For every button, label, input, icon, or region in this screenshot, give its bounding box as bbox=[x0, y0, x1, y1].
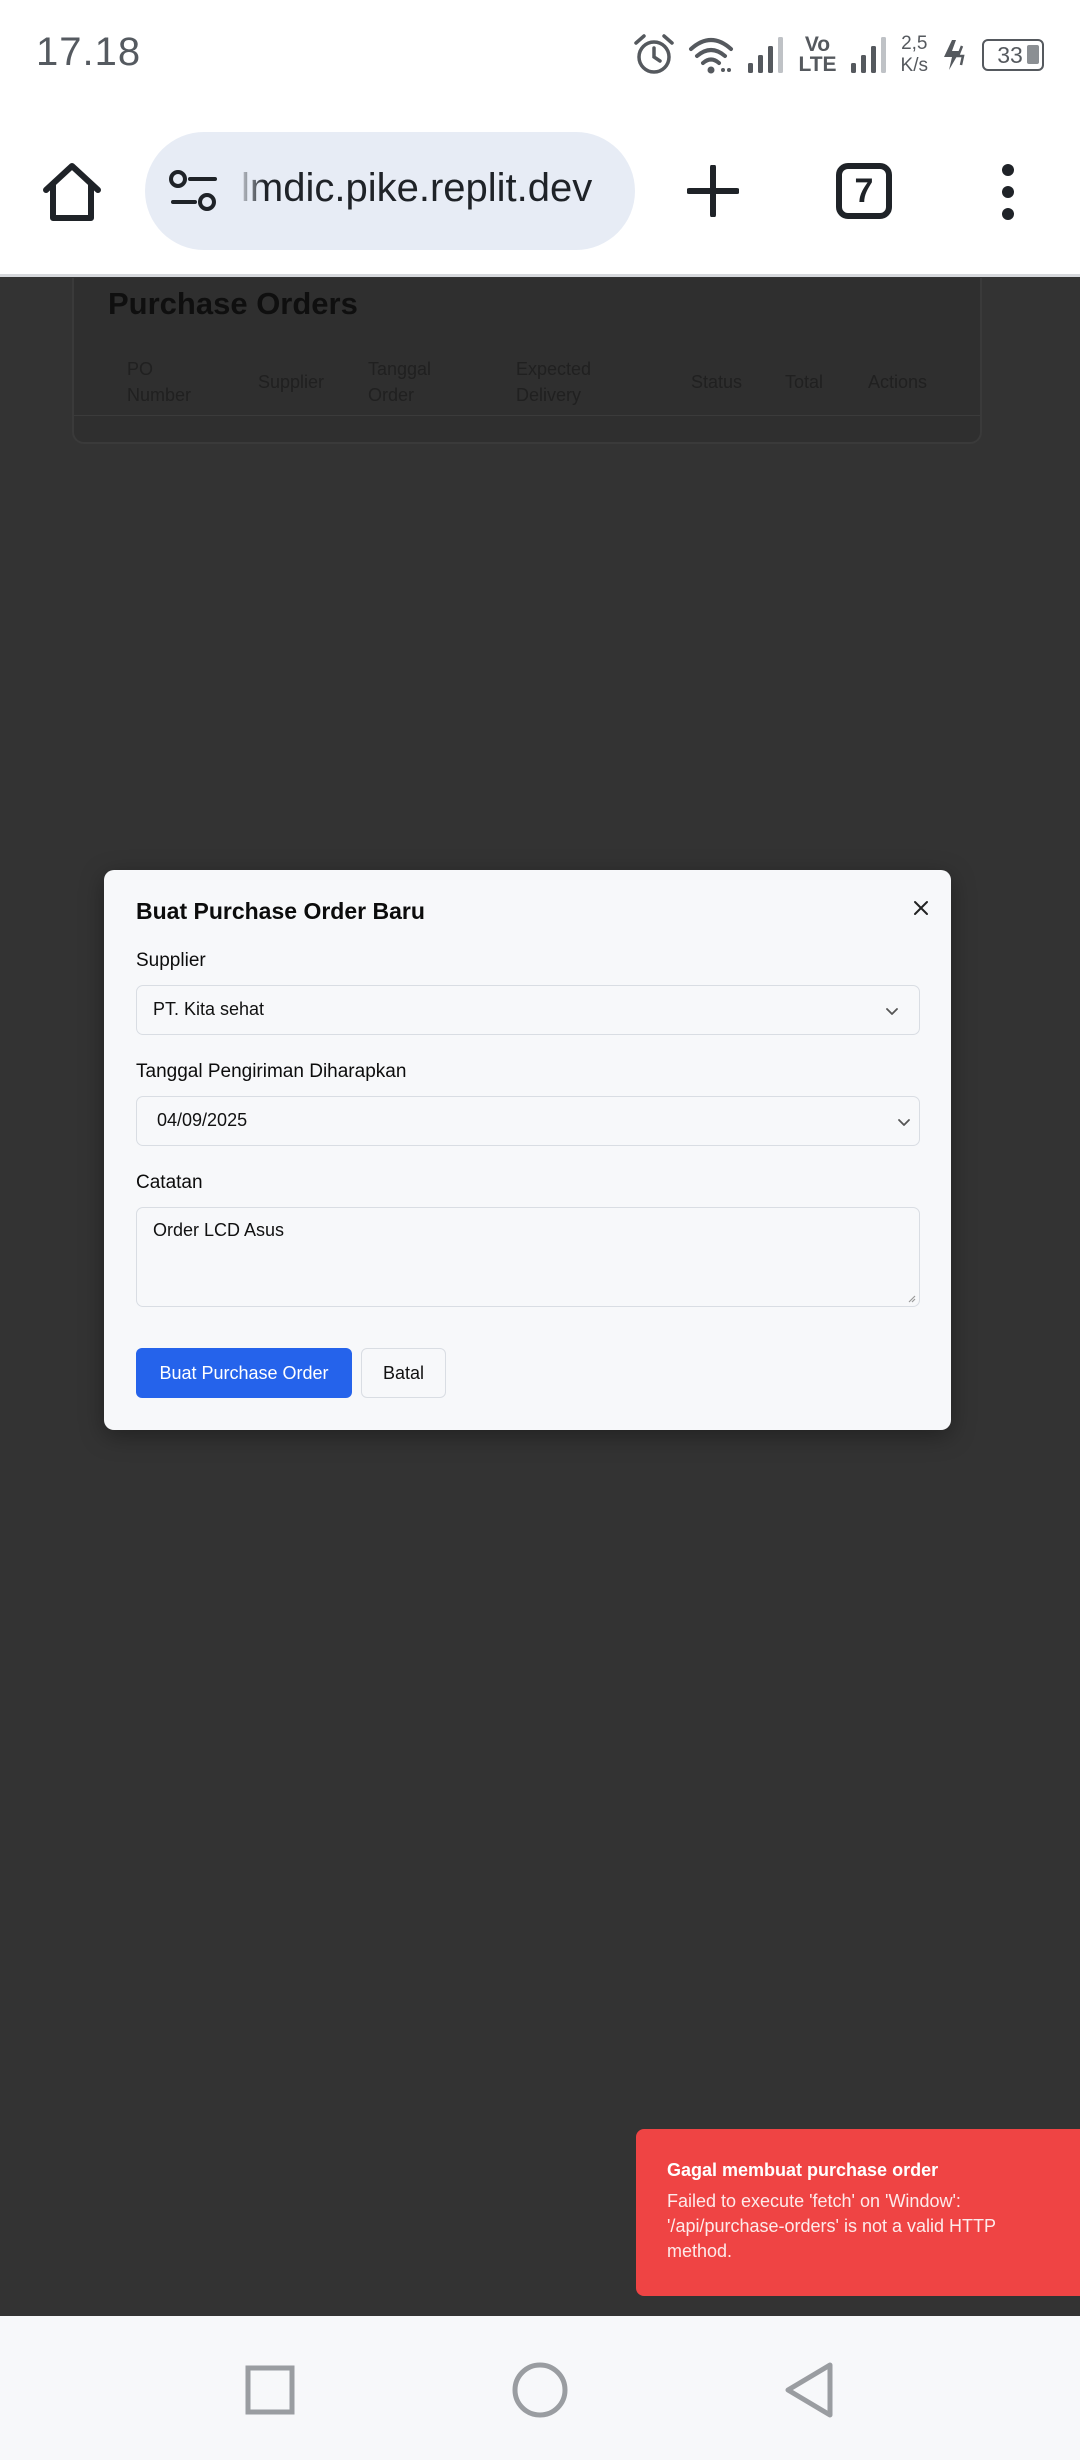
alarm-icon bbox=[634, 34, 675, 74]
toast-title: Gagal membuat purchase order bbox=[667, 2160, 939, 2180]
close-icon[interactable] bbox=[913, 900, 929, 916]
column-header: PO Number bbox=[127, 359, 192, 405]
home-nav-icon[interactable] bbox=[510, 2360, 570, 2420]
column-header: Supplier bbox=[258, 372, 325, 392]
supplier-value: PT. Kita sehat bbox=[153, 999, 265, 1019]
column-header: Actions bbox=[868, 372, 928, 392]
system-nav-bar bbox=[0, 2316, 1080, 2460]
more-menu-icon[interactable] bbox=[996, 162, 1020, 222]
column-header: Expected Delivery bbox=[516, 359, 592, 405]
recents-icon[interactable] bbox=[240, 2360, 300, 2420]
url-bar[interactable]: lmdic.pike.replit.dev bbox=[145, 132, 635, 250]
charging-icon bbox=[944, 40, 965, 70]
wifi-icon bbox=[689, 38, 734, 74]
notes-value: Order LCD Asus bbox=[153, 1220, 285, 1240]
column-header: Tanggal Order bbox=[368, 359, 432, 405]
delivery-date-input[interactable]: 04/09/2025 bbox=[136, 1096, 920, 1146]
new-tab-icon[interactable] bbox=[687, 165, 739, 217]
url-fade bbox=[235, 132, 265, 250]
site-settings-icon[interactable] bbox=[169, 168, 219, 214]
volte-indicator: Vo LTE bbox=[798, 33, 837, 76]
signal-icon bbox=[748, 37, 784, 73]
toast-message: Failed to execute 'fetch' on 'Window': '… bbox=[667, 2191, 996, 2261]
dialog-title: Buat Purchase Order Baru bbox=[136, 898, 425, 924]
error-toast[interactable]: Gagal membuat purchase order Failed to e… bbox=[636, 2129, 1080, 2296]
chevron-down-icon bbox=[886, 1008, 898, 1015]
notes-label: Catatan bbox=[136, 1172, 203, 1193]
status-icons: Vo LTE 2,5 K/s 33 bbox=[632, 28, 1044, 82]
back-icon[interactable] bbox=[780, 2360, 840, 2420]
battery-icon: 33 bbox=[982, 39, 1044, 71]
url-text[interactable]: lmdic.pike.replit.dev bbox=[241, 166, 592, 211]
purchase-orders-card: Purchase Orders PO Number Supplier Tangg… bbox=[72, 278, 982, 444]
delivery-date-label: Tanggal Pengiriman Diharapkan bbox=[136, 1061, 407, 1082]
delivery-date-value: 04/09/2025 bbox=[157, 1110, 248, 1130]
cancel-button[interactable]: Batal bbox=[361, 1348, 446, 1398]
page-title: Purchase Orders bbox=[108, 286, 358, 321]
close-button[interactable] bbox=[907, 894, 935, 922]
home-icon[interactable] bbox=[40, 160, 104, 224]
supplier-select[interactable]: PT. Kita sehat bbox=[136, 985, 920, 1035]
signal-icon bbox=[850, 37, 886, 73]
network-speed: 2,5 K/s bbox=[900, 33, 928, 76]
create-po-button[interactable]: Buat Purchase Order bbox=[136, 1348, 352, 1398]
table-header: PO Number Supplier Tanggal Order Expecte… bbox=[74, 356, 980, 416]
notes-textarea[interactable]: Order LCD Asus bbox=[136, 1207, 920, 1307]
browser-toolbar: lmdic.pike.replit.dev 7 bbox=[0, 110, 1080, 277]
resize-grip-icon[interactable] bbox=[906, 1293, 916, 1303]
status-time: 17.18 bbox=[36, 30, 142, 74]
chevron-down-icon[interactable] bbox=[895, 1113, 913, 1131]
tab-count: 7 bbox=[854, 171, 874, 210]
status-bar: 17.18 Vo LTE 2,5 K/s 33 bbox=[0, 0, 1080, 110]
create-po-dialog: Buat Purchase Order Baru Supplier PT. Ki… bbox=[104, 870, 951, 1430]
tab-switcher-icon[interactable]: 7 bbox=[836, 163, 892, 219]
supplier-label: Supplier bbox=[136, 950, 206, 971]
column-header: Total bbox=[785, 372, 824, 392]
column-header: Status bbox=[691, 372, 743, 392]
